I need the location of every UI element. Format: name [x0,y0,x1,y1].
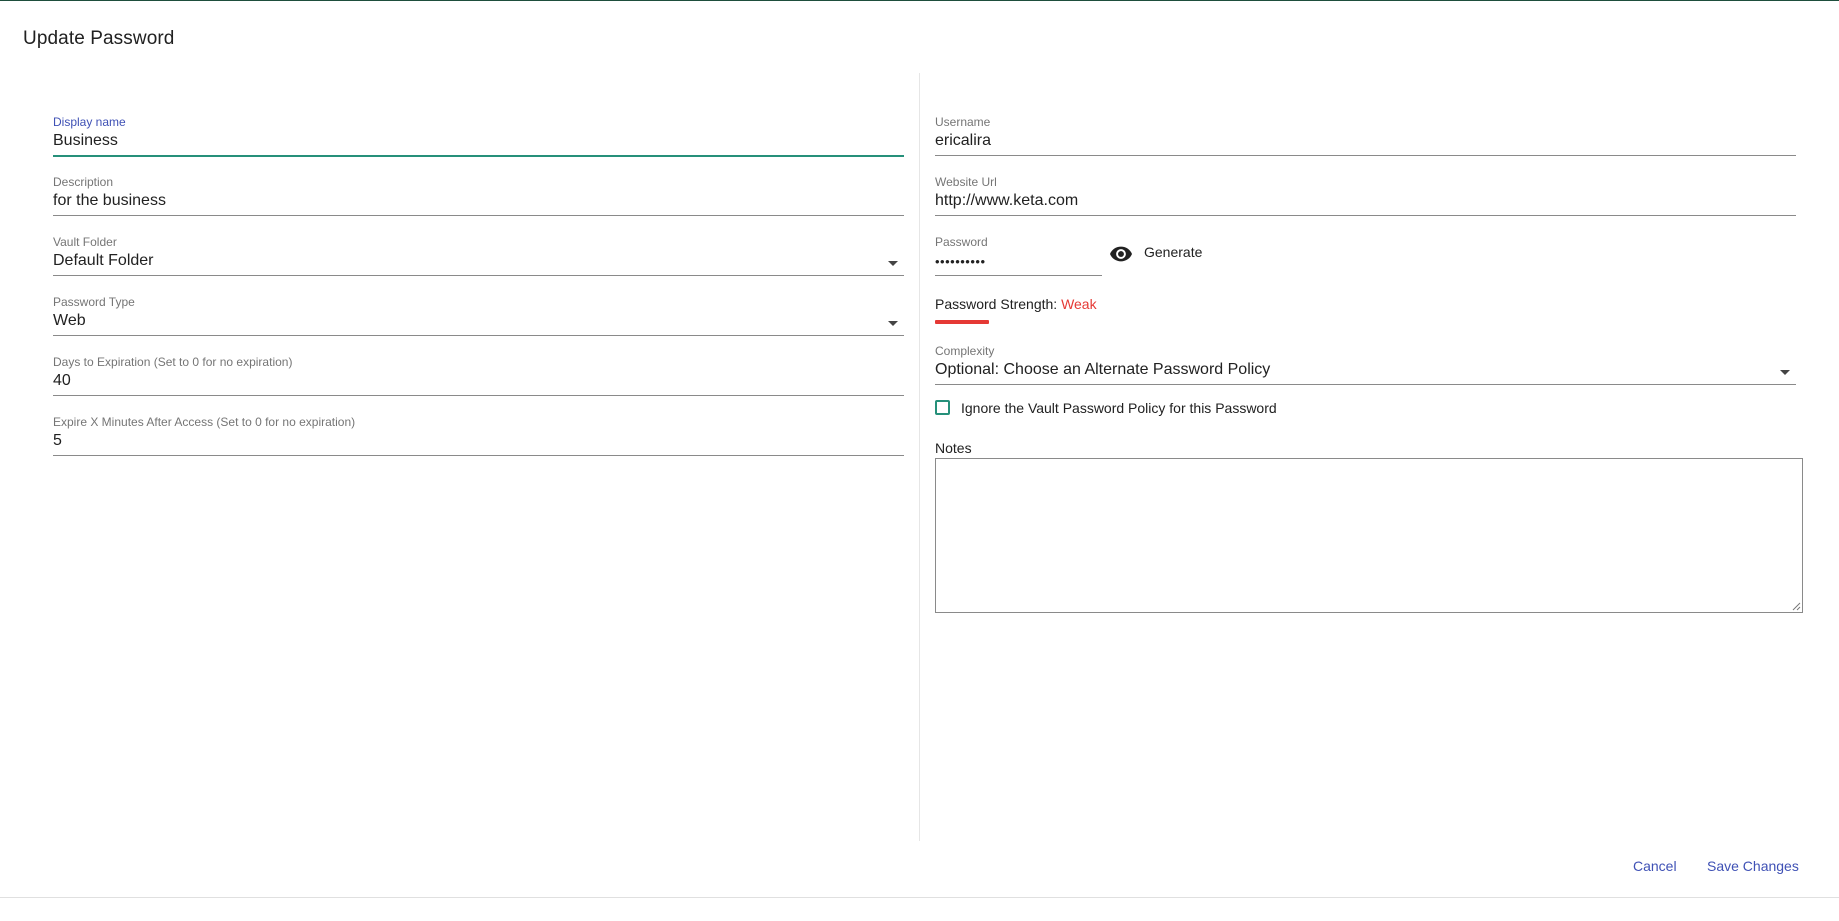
website-url-label: Website Url [935,175,997,189]
password-type-label: Password Type [53,295,135,309]
days-to-expiration-underline [53,395,904,396]
website-url-underline [935,215,1796,216]
dialog-title: Update Password [23,28,175,49]
chevron-down-icon[interactable] [1780,370,1790,375]
password-label: Password [935,235,988,249]
password-strength-label: Password Strength: [935,296,1058,312]
notes-label: Notes [935,440,972,456]
ignore-policy-label[interactable]: Ignore the Vault Password Policy for thi… [961,400,1277,416]
eye-icon[interactable] [1110,246,1132,262]
password-type-underline [53,335,904,336]
vault-folder-underline [53,275,904,276]
display-name-label: Display name [53,115,126,129]
expire-minutes-field[interactable]: Expire X Minutes After Access (Set to 0 … [53,415,904,456]
generate-button[interactable]: Generate [1144,244,1202,264]
password-type-select[interactable]: Password Type Web [53,295,904,336]
complexity-select[interactable]: Complexity Optional: Choose an Alternate… [935,344,1796,385]
expire-minutes-underline [53,455,904,456]
username-field[interactable]: Username ericalira [935,115,1796,156]
password-value[interactable]: •••••••••• [935,254,986,269]
chevron-down-icon[interactable] [888,321,898,326]
display-name-field[interactable]: Display name Business [53,115,904,157]
vault-folder-label: Vault Folder [53,235,117,249]
username-value[interactable]: ericalira [935,132,991,150]
complexity-value[interactable]: Optional: Choose an Alternate Password P… [935,361,1270,379]
vault-folder-select[interactable]: Vault Folder Default Folder [53,235,904,276]
username-underline [935,155,1796,156]
ignore-policy-checkbox[interactable] [935,400,950,415]
update-password-dialog: Update Password Display name Business De… [0,1,1839,898]
display-name-value[interactable]: Business [53,132,118,150]
days-to-expiration-field[interactable]: Days to Expiration (Set to 0 for no expi… [53,355,904,396]
toggle-visibility-button[interactable] [1108,241,1134,267]
resize-grip-icon[interactable] [1791,601,1801,611]
description-value[interactable]: for the business [53,192,166,210]
password-strength-bar [935,320,989,324]
password-field[interactable]: Password •••••••••• [935,235,1102,276]
password-strength-value: Weak [1061,296,1097,312]
website-url-field[interactable]: Website Url http://www.keta.com [935,175,1796,216]
column-divider [919,73,920,841]
description-field[interactable]: Description for the business [53,175,904,216]
description-underline [53,215,904,216]
expire-minutes-label: Expire X Minutes After Access (Set to 0 … [53,415,356,429]
password-type-value[interactable]: Web [53,312,86,330]
website-url-value[interactable]: http://www.keta.com [935,192,1078,210]
vault-folder-value[interactable]: Default Folder [53,252,154,270]
display-name-underline [53,155,904,157]
cancel-button[interactable]: Cancel [1633,858,1677,874]
save-changes-button[interactable]: Save Changes [1707,858,1799,874]
days-to-expiration-label: Days to Expiration (Set to 0 for no expi… [53,355,293,369]
days-to-expiration-value[interactable]: 40 [53,372,71,390]
complexity-underline [935,384,1796,385]
expire-minutes-value[interactable]: 5 [53,432,62,450]
password-strength: Password Strength: Weak [935,296,1097,312]
password-underline [935,275,1102,276]
username-label: Username [935,115,991,129]
description-label: Description [53,175,114,189]
chevron-down-icon[interactable] [888,261,898,266]
complexity-label: Complexity [935,344,995,358]
notes-textarea[interactable] [935,458,1803,613]
